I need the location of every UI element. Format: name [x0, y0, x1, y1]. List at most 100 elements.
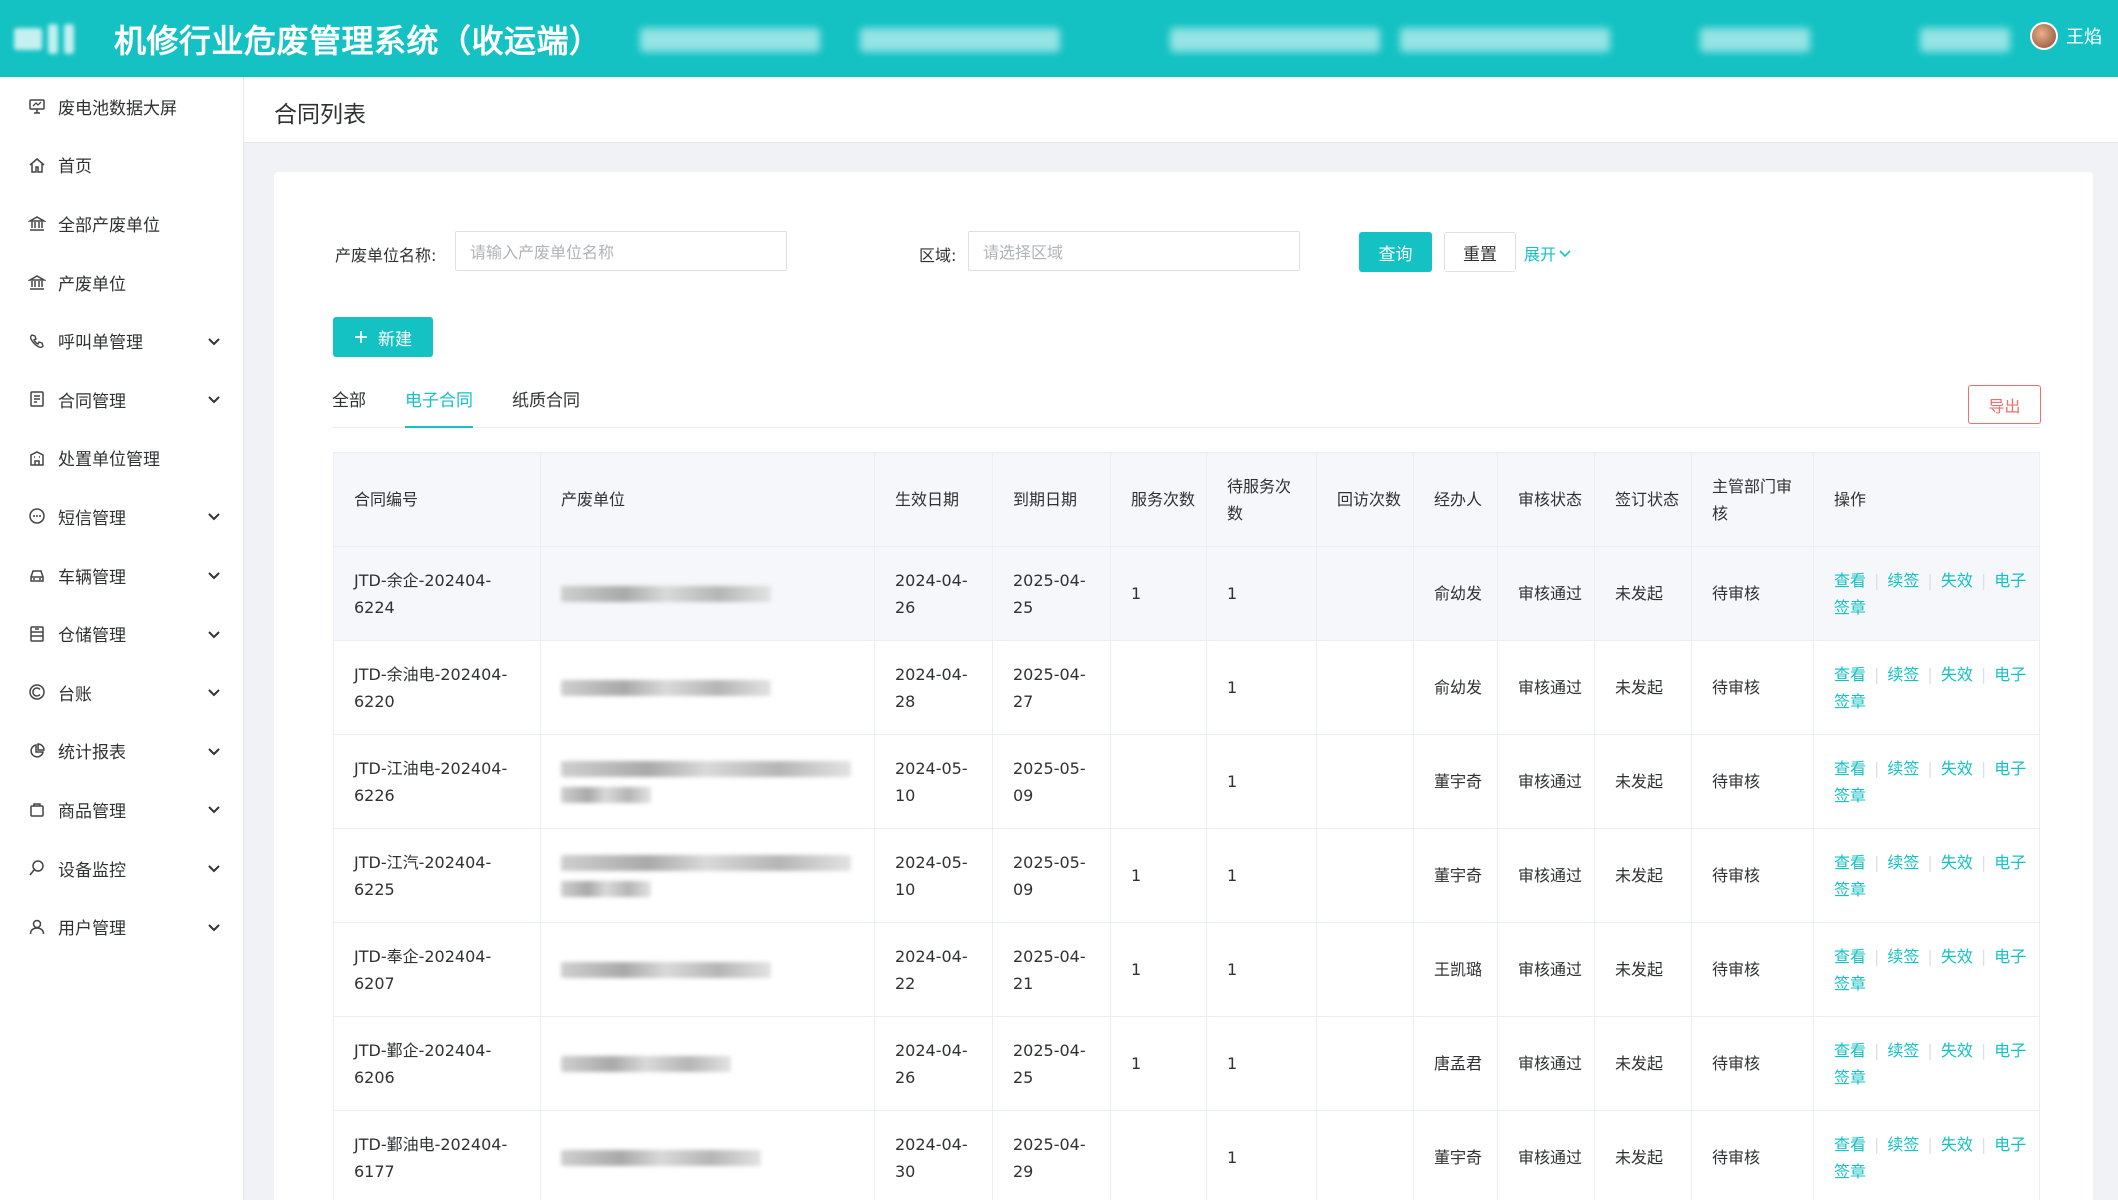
tab-all[interactable]: 全部: [332, 386, 366, 428]
service-count: [1110, 640, 1207, 735]
chart-pie-icon: [28, 742, 46, 760]
sidebar-item-6[interactable]: 处置单位管理: [0, 429, 243, 488]
sidebar-item-10[interactable]: 台账: [0, 663, 243, 722]
audit-status: 审核通过: [1497, 640, 1595, 735]
sidebar-item-5[interactable]: 合同管理: [0, 370, 243, 429]
audit-status: 审核通过: [1497, 1110, 1595, 1200]
chevron-down-icon: [208, 630, 220, 639]
sidebar-item-label: 用户管理: [58, 919, 126, 940]
handler: 董宇奇: [1413, 734, 1498, 829]
area-filter-label: 区域:: [919, 246, 957, 265]
sidebar-item-8[interactable]: 车辆管理: [0, 546, 243, 605]
service-count: 1: [1110, 1016, 1207, 1111]
sidebar-item-3[interactable]: 产废单位: [0, 253, 243, 312]
end-date: 2025-04-25: [992, 1016, 1111, 1111]
view-link[interactable]: 查看: [1834, 571, 1866, 590]
top-header: 机修行业危废管理系统（收运端） 王焰: [0, 0, 2118, 77]
redacted-unit-name: [561, 1149, 761, 1166]
redacted-nav: [640, 28, 820, 52]
sidebar-item-12[interactable]: 商品管理: [0, 780, 243, 839]
chevron-down-icon: [208, 513, 220, 521]
invalidate-link[interactable]: 失效: [1941, 759, 1973, 778]
dept-audit: 待审核: [1691, 734, 1814, 829]
table-row[interactable]: JTD-鄞油电-202404-6177 2024-04-30 2025-04-29 1…: [333, 1110, 2040, 1200]
sign-status: 未发起: [1594, 1016, 1692, 1111]
table-row[interactable]: JTD-鄞企-202404-6206 2024-04-26 2025-04-25 1 1…: [333, 1016, 2040, 1111]
col-header: 操作: [1813, 452, 2040, 547]
view-link[interactable]: 查看: [1834, 665, 1866, 684]
ledger-icon: [28, 683, 46, 701]
table-row[interactable]: JTD-奉企-202404-6207 2024-04-22 2025-04-21 1 1…: [333, 922, 2040, 1017]
renew-link[interactable]: 续签: [1887, 947, 1919, 966]
end-date: 2025-04-27: [992, 640, 1111, 735]
user-menu[interactable]: 王焰: [2030, 22, 2102, 50]
handler: 董宇奇: [1413, 1110, 1498, 1200]
main-card: 产废单位名称: 请输入产废单位名称 区域: 请选择区域 查询 重置 展开 新建 …: [274, 172, 2093, 1200]
reset-button[interactable]: 重置: [1444, 232, 1516, 272]
table-row[interactable]: JTD-余企-202404-6224 2024-04-26 2025-04-25 1 1…: [333, 546, 2040, 641]
contract-tabs: 全部 电子合同 纸质合同: [332, 386, 2039, 428]
col-header: 到期日期: [992, 452, 1111, 547]
sidebar-item-4[interactable]: 呼叫单管理: [0, 311, 243, 370]
view-link[interactable]: 查看: [1834, 759, 1866, 778]
area-select[interactable]: 请选择区域: [968, 231, 1300, 271]
col-header: 待服务次数: [1206, 452, 1317, 547]
sidebar-item-11[interactable]: 统计报表: [0, 722, 243, 781]
invalidate-link[interactable]: 失效: [1941, 1041, 1973, 1060]
invalidate-link[interactable]: 失效: [1941, 1135, 1973, 1154]
handler: 俞幼发: [1413, 640, 1498, 735]
invalidate-link[interactable]: 失效: [1941, 665, 1973, 684]
invalidate-link[interactable]: 失效: [1941, 947, 1973, 966]
row-actions: 查看 | 续签 | 失效 | 电子签章: [1813, 1110, 2040, 1200]
unit-name-input[interactable]: 请输入产废单位名称: [455, 231, 787, 271]
renew-link[interactable]: 续签: [1887, 571, 1919, 590]
start-date: 2024-04-28: [874, 640, 993, 735]
service-count: 1: [1110, 922, 1207, 1017]
sidebar-item-13[interactable]: 设备监控: [0, 839, 243, 898]
logo-icon: [14, 22, 74, 56]
invalidate-link[interactable]: 失效: [1941, 571, 1973, 590]
dept-audit: 待审核: [1691, 828, 1814, 923]
sidebar-item-2[interactable]: 全部产废单位: [0, 194, 243, 253]
sidebar-item-1[interactable]: 首页: [0, 136, 243, 195]
expand-toggle[interactable]: 展开: [1524, 241, 1572, 265]
sidebar-item-0[interactable]: 废电池数据大屏: [0, 77, 243, 136]
table-row[interactable]: JTD-江汽-202404-6225 2024-05-10 2025-05-09 1 1…: [333, 828, 2040, 923]
query-button[interactable]: 查询: [1359, 232, 1432, 272]
monitor-search-icon: [28, 859, 46, 877]
row-actions: 查看 | 续签 | 失效 | 电子签章: [1813, 546, 2040, 641]
view-link[interactable]: 查看: [1834, 853, 1866, 872]
avatar: [2030, 22, 2058, 50]
view-link[interactable]: 查看: [1834, 1041, 1866, 1060]
phone-icon: [28, 332, 46, 350]
renew-link[interactable]: 续签: [1887, 1135, 1919, 1154]
producer-unit: [540, 640, 875, 735]
new-button[interactable]: 新建: [333, 317, 433, 357]
renew-link[interactable]: 续签: [1887, 759, 1919, 778]
renew-link[interactable]: 续签: [1887, 853, 1919, 872]
renew-link[interactable]: 续签: [1887, 665, 1919, 684]
redacted-nav: [1700, 28, 1810, 52]
col-header: 产废单位: [540, 452, 875, 547]
sign-status: 未发起: [1594, 734, 1692, 829]
sidebar-item-label: 仓储管理: [58, 626, 126, 647]
pending-count: 1: [1206, 546, 1317, 641]
sidebar-item-14[interactable]: 用户管理: [0, 897, 243, 956]
invalidate-link[interactable]: 失效: [1941, 853, 1973, 872]
new-label: 新建: [378, 329, 412, 350]
view-link[interactable]: 查看: [1834, 1135, 1866, 1154]
table-row[interactable]: JTD-余油电-202404-6220 2024-04-28 2025-04-27 1…: [333, 640, 2040, 735]
audit-status: 审核通过: [1497, 734, 1595, 829]
chevron-down-icon: [208, 396, 220, 404]
col-header: 主管部门审核: [1691, 452, 1814, 547]
view-link[interactable]: 查看: [1834, 947, 1866, 966]
sidebar-item-7[interactable]: 短信管理: [0, 487, 243, 546]
audit-status: 审核通过: [1497, 1016, 1595, 1111]
export-button[interactable]: 导出: [1968, 385, 2041, 424]
tab-paper[interactable]: 纸质合同: [512, 386, 580, 428]
renew-link[interactable]: 续签: [1887, 1041, 1919, 1060]
service-count: 1: [1110, 828, 1207, 923]
tab-electronic[interactable]: 电子合同: [405, 386, 473, 428]
sidebar-item-9[interactable]: 仓储管理: [0, 604, 243, 663]
table-row[interactable]: JTD-江油电-202404-6226 2024-05-10 2025-05-09 1…: [333, 734, 2040, 829]
